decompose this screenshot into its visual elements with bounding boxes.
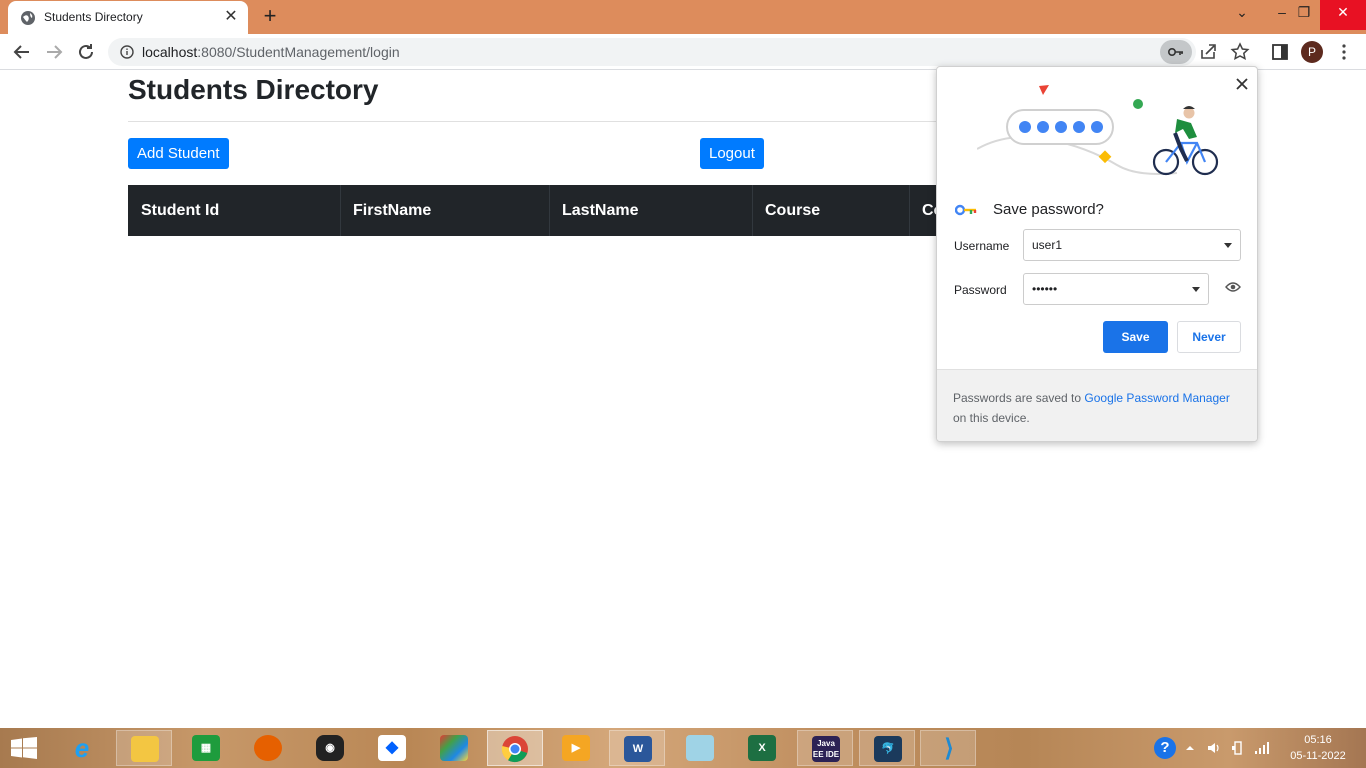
browser-tab[interactable]: Students Directory ✕ [8,1,248,34]
taskbar-excel[interactable]: X [734,730,790,766]
share-icon[interactable] [1196,40,1220,64]
eye-icon[interactable] [1225,281,1241,293]
back-arrow-icon[interactable] [10,40,34,64]
reload-icon[interactable] [74,40,98,64]
close-window-button[interactable]: ✕ [1320,0,1366,30]
taskbar-puzzle-app[interactable] [426,730,482,766]
profile-avatar[interactable]: P [1301,41,1323,63]
java-ee-ide-icon: Java EE IDE [812,736,840,762]
students-table-header: Student Id FirstName LastName Course Co [128,185,948,236]
notepad-icon [686,735,714,761]
save-button[interactable]: Save [1103,321,1168,353]
system-clock[interactable]: 05:16 05-11-2022 [1278,732,1358,764]
dialog-footer: Passwords are saved to Google Password M… [937,369,1257,441]
password-field[interactable]: •••••• [1023,273,1209,305]
help-icon[interactable]: ? [1154,737,1176,759]
never-button[interactable]: Never [1177,321,1241,353]
save-password-dialog: Save password? Username user1 Password •… [936,66,1258,442]
chevron-down-icon[interactable] [1192,287,1200,292]
footer-text: Passwords are saved to Google Password M… [953,391,1230,425]
dolphin-icon: 🐬 [874,736,902,762]
side-panel-icon[interactable] [1268,40,1292,64]
taskbar-dropbox[interactable]: ◆ [364,730,420,766]
play-icon: ▶ [562,735,590,761]
password-label: Password [954,283,1007,297]
key-icon [1168,48,1183,56]
folder-icon [131,736,159,762]
browser-toolbar: localhost:8080/StudentManagement/login P [0,34,1366,70]
username-label: Username [954,239,1010,253]
username-field[interactable]: user1 [1023,229,1241,261]
more-menu-icon[interactable] [1332,40,1356,64]
tab-search-chevron-icon[interactable]: ⌄ [1224,0,1260,30]
tray-chevron-up-icon[interactable] [1182,740,1198,756]
divider [128,121,948,122]
chrome-icon [501,736,528,763]
signal-icon[interactable] [1254,740,1270,756]
password-key-icon [955,204,977,216]
logout-button[interactable]: Logout [700,138,764,169]
page-title: Students Directory [128,74,379,105]
windows-start-icon[interactable] [10,737,38,759]
tab-title: Students Directory [44,10,143,24]
browser-title-bar: Students Directory ✕ + ⌄ – ❐ ✕ [0,0,1366,34]
password-key-chip[interactable] [1160,40,1192,64]
password-manager-link[interactable]: Google Password Manager [1084,391,1229,405]
column-header-student-id: Student Id [128,185,341,236]
add-student-button[interactable]: Add Student [128,138,229,169]
url-text: localhost:8080/StudentManagement/login [142,44,400,60]
store-icon: ▦ [192,735,220,761]
taskbar-vscode[interactable]: ⟩ [920,730,976,766]
column-header-course: Course [752,185,910,236]
camera-icon: ◉ [316,735,344,761]
column-header-lastname: LastName [549,185,753,236]
tab-close-icon[interactable]: ✕ [222,8,240,26]
excel-icon: X [748,735,776,761]
taskbar-media-player[interactable]: ▶ [548,730,604,766]
globe-icon [21,11,35,25]
taskbar-media-app[interactable]: ◉ [302,730,358,766]
cyclist-illustration [977,85,1219,176]
volume-icon[interactable] [1206,740,1222,756]
clock-time: 05:16 [1304,734,1332,746]
new-tab-button[interactable]: + [258,5,282,29]
forward-arrow-icon[interactable] [42,40,66,64]
bookmark-star-icon[interactable] [1228,40,1252,64]
word-icon: W [624,736,652,762]
taskbar-file-explorer[interactable] [116,730,172,766]
username-value: user1 [1032,238,1063,252]
taskbar-java-ee-ide[interactable]: Java EE IDE [797,730,853,766]
dialog-heading: Save password? [993,201,1104,218]
firefox-icon [254,735,282,761]
internet-explorer-icon: e [74,733,90,763]
address-bar[interactable]: localhost:8080/StudentManagement/login [108,38,1196,66]
taskbar-mysql-workbench[interactable]: 🐬 [859,730,915,766]
column-header-firstname: FirstName [340,185,550,236]
taskbar-internet-explorer[interactable]: e [54,730,110,766]
vscode-icon: ⟩ [944,735,954,762]
close-icon[interactable] [1233,75,1251,93]
puzzle-icon [440,735,468,761]
chevron-down-icon[interactable] [1224,243,1232,248]
taskbar-firefox[interactable] [240,730,296,766]
restore-button[interactable]: ❐ [1286,0,1322,30]
windows-taskbar: e ▦ ◉ ◆ ▶ W X Java EE IDE 🐬 ⟩ ? 05:16 05… [0,728,1366,768]
password-value: •••••• [1032,282,1058,296]
dropbox-icon: ◆ [378,735,406,761]
info-icon[interactable] [120,45,134,59]
taskbar-store[interactable]: ▦ [178,730,234,766]
taskbar-notepad[interactable] [672,730,728,766]
clock-date: 05-11-2022 [1290,750,1346,762]
power-plug-icon[interactable] [1230,740,1246,756]
taskbar-chrome[interactable] [487,730,543,766]
taskbar-word[interactable]: W [609,730,665,766]
